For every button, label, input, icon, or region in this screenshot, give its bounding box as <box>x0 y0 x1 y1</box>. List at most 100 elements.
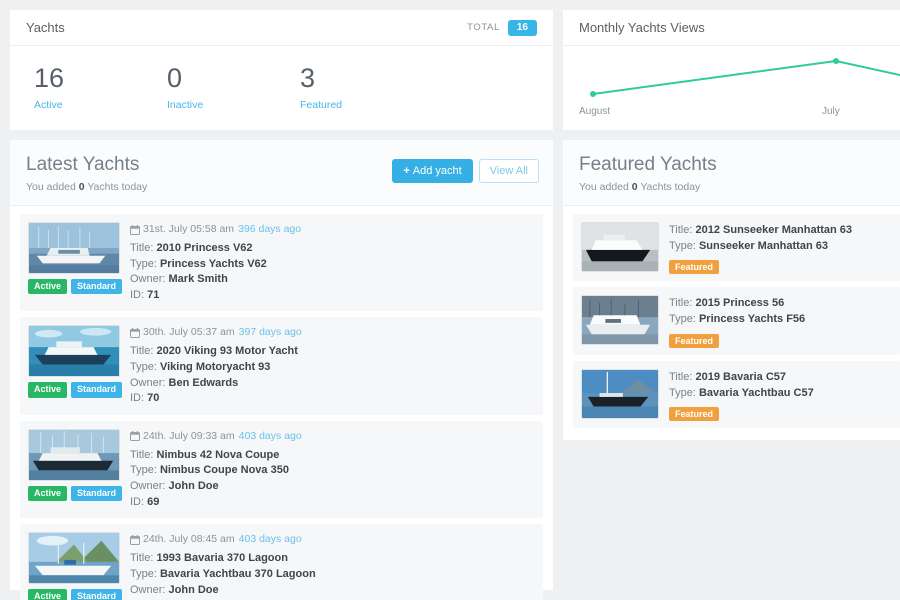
featured-yachts-card: Featured Yachts You added 0 Yachts today… <box>563 140 900 440</box>
stat-featured-value: 3 <box>300 63 316 93</box>
yacht-id-field: ID: 71 <box>130 288 160 301</box>
featured-yacht-info: Title: 2019 Bavaria C57 Type: Bavaria Yac… <box>669 369 892 422</box>
featured-tag-row: Featured <box>669 406 892 422</box>
yacht-owner-value: Mark Smith <box>168 273 228 286</box>
dashboard-page: Yachts TOTAL 16 16 Active 0 Inactive 3 F… <box>0 0 900 600</box>
featured-title-value: 2015 Princess 56 <box>695 297 785 310</box>
featured-title-field: Title: 2019 Bavaria C57 <box>669 370 787 383</box>
yacht-id-field: ID: 70 <box>130 392 160 405</box>
featured-yacht-item[interactable]: Title: 2019 Bavaria C57 Type: Bavaria Yac… <box>573 360 900 429</box>
add-yacht-button[interactable]: + Add yacht <box>392 159 473 184</box>
stat-featured-label[interactable]: Featured <box>300 99 433 111</box>
yacht-relative-time: 397 days ago <box>238 326 302 339</box>
latest-yacht-item[interactable]: Active Standard 30th. July 05:37 am 397 day… <box>20 317 543 415</box>
stat-inactive-value: 0 <box>167 63 183 93</box>
featured-yacht-item[interactable]: Title: 2012 Sunseeker Manhattan 63 Type: … <box>573 214 900 282</box>
yacht-owner-field: Owner: John Doe <box>130 583 219 596</box>
stat-inactive-label[interactable]: Inactive <box>167 99 300 111</box>
status-badge-active: Active <box>28 589 68 600</box>
chart-x-axis-labels: August July <box>563 106 900 126</box>
latest-yacht-info: 30th. July 05:37 am 397 days ago Title: 20… <box>130 325 535 406</box>
yacht-id-field: ID: 69 <box>130 495 160 508</box>
featured-sub-post: Yachts today <box>637 181 701 193</box>
latest-yacht-item[interactable]: Active Standard 24th. July 09:33 am 403 day… <box>20 420 543 519</box>
yacht-date: 24th. July 08:45 am <box>143 533 235 546</box>
featured-yachts-subtitle: You added 0 Yachts today <box>579 181 894 193</box>
yacht-date: 24th. July 09:33 am <box>143 429 235 442</box>
stat-active-label[interactable]: Active <box>34 99 167 111</box>
featured-title-value: 2012 Sunseeker Manhattan 63 <box>695 224 853 236</box>
calendar-icon <box>130 327 140 338</box>
yacht-thumbnail[interactable] <box>28 532 120 585</box>
chart-title: Monthly Yachts Views <box>579 20 705 35</box>
calendar-icon <box>130 534 140 545</box>
add-yacht-label: Add yacht <box>412 165 462 177</box>
featured-tag-row: Featured <box>669 259 892 275</box>
featured-yacht-thumbnail[interactable] <box>581 368 659 419</box>
featured-type-value: Sunseeker Manhattan 63 <box>698 239 828 252</box>
featured-type-value: Princess Yachts F56 <box>698 313 806 326</box>
yacht-date-row: 30th. July 05:37 am 397 days ago <box>130 326 535 338</box>
yacht-title-value: Nimbus 42 Nova Coupe <box>156 448 280 461</box>
yacht-type-field: Type: Bavaria Yachtbau 370 Lagoon <box>130 567 316 580</box>
featured-type-field: Type: Sunseeker Manhattan 63 <box>669 239 828 252</box>
view-all-button[interactable]: View All <box>478 159 539 184</box>
featured-yacht-item[interactable]: Title: 2015 Princess 56 Type: Princess Ya… <box>573 287 900 355</box>
yachts-stats-card: Yachts TOTAL 16 16 Active 0 Inactive 3 F… <box>10 10 553 130</box>
featured-badge: Featured <box>669 333 720 348</box>
yacht-type-field: Type: Nimbus Coupe Nova 350 <box>130 464 289 477</box>
featured-type-value: Bavaria Yachtbau C57 <box>698 386 814 399</box>
status-badge-active: Active <box>28 485 68 502</box>
chart-x-tick-label: August <box>579 106 611 117</box>
latest-yacht-item[interactable]: Active Standard 31st. July 05:58 am 396 day… <box>20 214 543 312</box>
yachts-stats-header: Yachts TOTAL 16 <box>10 10 553 46</box>
plan-badge-standard: Standard <box>71 589 123 600</box>
stat-inactive: 0 Inactive <box>167 63 300 112</box>
featured-badge: Featured <box>669 407 720 422</box>
featured-title-field: Title: 2012 Sunseeker Manhattan 63 <box>669 224 853 236</box>
total-label: TOTAL <box>467 22 500 33</box>
chart-data-point[interactable] <box>590 91 596 97</box>
yacht-thumbnail[interactable] <box>28 325 120 378</box>
plan-badge-standard: Standard <box>71 279 123 295</box>
featured-yacht-info: Title: 2015 Princess 56 Type: Princess Ya… <box>669 295 892 348</box>
latest-yacht-info: 24th. July 09:33 am 403 days ago Title: Ni… <box>130 429 535 510</box>
total-badge: 16 <box>507 19 537 36</box>
yacht-owner-field: Owner: John Doe <box>130 480 219 493</box>
featured-type-field: Type: Bavaria Yachtbau C57 <box>669 386 814 399</box>
chart-data-point[interactable] <box>833 58 839 64</box>
featured-yacht-thumbnail[interactable] <box>581 222 659 272</box>
status-badge-active: Active <box>28 279 68 295</box>
yacht-type-field: Type: Princess Yachts V62 <box>130 257 267 270</box>
yacht-title-field: Title: 2020 Viking 93 Motor Yacht <box>130 345 298 358</box>
latest-yachts-list: Active Standard 31st. July 05:58 am 396 day… <box>10 206 553 600</box>
latest-sub-pre: You added <box>26 181 79 193</box>
yacht-relative-time: 403 days ago <box>238 429 302 442</box>
yacht-thumbnail[interactable] <box>28 222 120 274</box>
yacht-date-row: 24th. July 08:45 am 403 days ago <box>130 533 535 545</box>
monthly-views-chart-card: Monthly Yachts Views August July <box>563 10 900 130</box>
latest-yacht-info: 24th. July 08:45 am 403 days ago Title: 19… <box>130 532 535 600</box>
yacht-owner-field: Owner: Ben Edwards <box>130 376 239 389</box>
chart-line-series <box>592 60 900 95</box>
latest-yacht-item[interactable]: Active Standard 24th. July 08:45 am 403 day… <box>20 524 543 600</box>
featured-yachts-header: Featured Yachts You added 0 Yachts today <box>563 140 900 206</box>
plan-badge-standard: Standard <box>71 382 123 398</box>
yacht-relative-time: 396 days ago <box>238 223 302 235</box>
yachts-stats-body: 16 Active 0 Inactive 3 Featured <box>10 46 553 112</box>
yacht-type-value: Nimbus Coupe Nova 350 <box>159 464 289 477</box>
featured-sub-pre: You added <box>579 181 632 193</box>
featured-type-field: Type: Princess Yachts F56 <box>669 313 806 326</box>
yacht-thumbnail[interactable] <box>28 428 120 481</box>
featured-yachts-title: Featured Yachts <box>579 154 717 175</box>
yacht-tag-group: Active Standard <box>28 485 123 502</box>
yacht-title-field: Title: 1993 Bavaria 370 Lagoon <box>130 552 288 565</box>
featured-yacht-thumbnail[interactable] <box>581 295 659 346</box>
yacht-date: 31st. July 05:58 am <box>143 223 235 235</box>
featured-yacht-info: Title: 2012 Sunseeker Manhattan 63 Type: … <box>669 222 892 275</box>
latest-yacht-info: 31st. July 05:58 am 396 days ago Title: 20… <box>130 222 535 303</box>
plus-icon: + <box>403 165 410 177</box>
yacht-owner-value: John Doe <box>168 480 219 493</box>
stat-active-value: 16 <box>34 63 65 93</box>
yacht-id-value: 70 <box>147 392 160 405</box>
